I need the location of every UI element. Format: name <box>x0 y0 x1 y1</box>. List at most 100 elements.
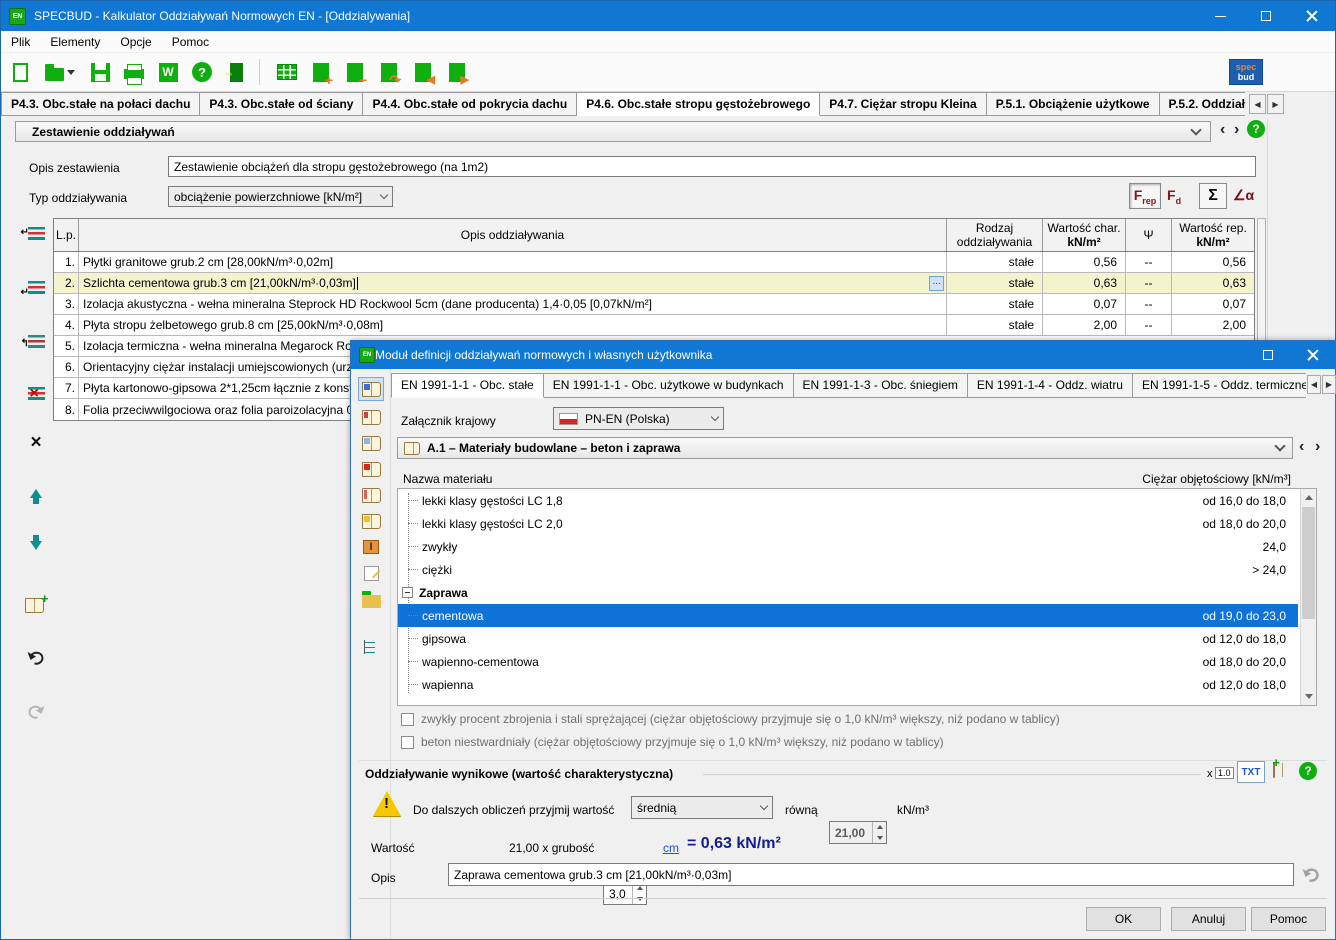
move-row-up-button[interactable] <box>23 481 49 505</box>
dtabs-scroll-left-button[interactable]: ◀ <box>1307 375 1321 394</box>
section-help-icon[interactable]: ? <box>1247 120 1265 138</box>
prev-category-button[interactable]: ‹ <box>1299 438 1304 456</box>
tab-p52[interactable]: P.5.2. Oddziaływanie wóz <box>1160 92 1245 116</box>
insert-row-below-button[interactable]: ↵ <box>23 275 49 299</box>
tab-p43b[interactable]: P4.3. Obc.stałe od ściany <box>200 92 363 116</box>
menu-plik[interactable]: Plik <box>1 35 40 49</box>
frep-button[interactable]: Frep <box>1129 183 1161 209</box>
maximize-button[interactable] <box>1243 1 1289 31</box>
typ-oddzialywania-select[interactable]: obciążenie powierzchniowe [kN/m²] <box>168 186 393 207</box>
delete-rows-button[interactable]: × <box>23 381 49 405</box>
scroll-thumb[interactable] <box>1302 507 1315 619</box>
next-zestawienie-button[interactable]: › <box>1234 121 1239 139</box>
help-button[interactable]: ? <box>187 57 217 87</box>
edit-row-button[interactable]: ↰ <box>23 329 49 353</box>
open-catalog-button[interactable]: + <box>21 593 47 617</box>
dtab-oddz-wiatru[interactable]: EN 1991-1-4 - Oddz. wiatru <box>968 373 1133 398</box>
list-item[interactable]: zwykły24,0 <box>398 535 1316 558</box>
edit-definition-button[interactable] <box>358 561 384 585</box>
table-button[interactable] <box>272 57 302 87</box>
copy-position-button[interactable]: ↷ <box>374 57 404 87</box>
dialog-maximize-button[interactable] <box>1245 341 1290 369</box>
list-item[interactable]: ciężki> 24,0 <box>398 558 1316 581</box>
list-item[interactable]: wapienno-cementowaod 18,0 do 20,0 <box>398 650 1316 673</box>
zalacznik-krajowy-select[interactable]: PN-EN (Polska) <box>553 407 724 430</box>
dtab-obc-sniegiem[interactable]: EN 1991-1-3 - Obc. śniegiem <box>794 373 968 398</box>
stepper-arrows-icon[interactable] <box>872 822 886 843</box>
result-help-icon[interactable]: ? <box>1299 762 1317 780</box>
menu-pomoc[interactable]: Pomoc <box>162 35 219 49</box>
norm-thermal-loads-button[interactable] <box>358 483 384 507</box>
tab-p47[interactable]: P4.7. Ciężar stropu Kleina <box>820 92 986 116</box>
dtab-obc-uzytkowe[interactable]: EN 1991-1-1 - Obc. użytkowe w budynkach <box>544 373 794 398</box>
open-file-button[interactable] <box>39 57 81 87</box>
open-user-file-button[interactable] <box>358 587 384 611</box>
undo-button[interactable] <box>23 645 49 669</box>
list-item[interactable]: gipsowaod 12,0 do 18,0 <box>398 627 1316 650</box>
table-row[interactable]: 1. Płytki granitowe grub.2 cm [28,00kN/m… <box>54 252 1254 273</box>
collapse-expander-icon[interactable] <box>402 587 413 598</box>
tab-p43a[interactable]: P4.3. Obc.stałe na połaci dachu <box>1 92 200 116</box>
export-word-button[interactable]: W <box>153 57 183 87</box>
remove-position-button[interactable]: − <box>340 57 370 87</box>
menu-elementy[interactable]: Elementy <box>40 35 110 49</box>
zestawienie-header-combo[interactable]: Zestawienie oddziaływań <box>15 121 1211 142</box>
angle-alpha-button[interactable]: ∠α <box>1233 187 1254 204</box>
prev-zestawienie-button[interactable]: ‹ <box>1220 121 1225 139</box>
sum-button[interactable]: Σ <box>1199 183 1227 209</box>
unit-weight-stepper[interactable]: 21,00 <box>829 821 887 844</box>
opis-input[interactable]: Zaprawa cementowa grub.3 cm [21,00kN/m³·… <box>448 863 1294 886</box>
move-right-button[interactable]: ▶ <box>442 57 472 87</box>
norm-permanent-loads-button[interactable] <box>358 377 384 401</box>
norm-snow-loads-button[interactable] <box>358 431 384 455</box>
more-options-button[interactable]: ... <box>929 276 944 291</box>
dtab-obc-stale[interactable]: EN 1991-1-1 - Obc. stałe <box>391 373 544 398</box>
list-item[interactable]: wapiennaod 12,0 do 18,0 <box>398 673 1316 696</box>
user-loads-button[interactable] <box>358 509 384 533</box>
dialog-close-button[interactable] <box>1290 341 1335 369</box>
fd-button[interactable]: Fd <box>1167 187 1181 206</box>
new-file-button[interactable] <box>5 57 35 87</box>
redo-button[interactable] <box>23 699 49 723</box>
minimize-button[interactable] <box>1197 1 1243 31</box>
menu-opcje[interactable]: Opcje <box>110 35 161 49</box>
value-mode-select[interactable]: średnią <box>631 796 773 819</box>
txt-export-button[interactable]: TXT <box>1237 761 1265 783</box>
list-item[interactable]: lekki klasy gęstości LC 1,8od 16,0 do 18… <box>398 489 1316 512</box>
delete-button[interactable]: × <box>23 431 49 455</box>
insert-row-above-button[interactable]: ↵ <box>23 221 49 245</box>
steel-profiles-button[interactable]: I <box>358 535 384 559</box>
list-item[interactable]: lekki klasy gęstości LC 2,0od 18,0 do 20… <box>398 512 1316 535</box>
tabs-scroll-left-button[interactable]: ◀ <box>1249 94 1266 114</box>
cm-unit-link[interactable]: cm <box>663 841 679 855</box>
help-button-dialog[interactable]: Pomoc <box>1251 907 1326 931</box>
close-button[interactable] <box>1289 1 1335 31</box>
list-item-selected[interactable]: cementowaod 19,0 do 23,0 <box>398 604 1298 627</box>
ok-button[interactable]: OK <box>1086 907 1161 931</box>
table-row[interactable]: 4. Płyta stropu żelbetowego grub.8 cm [2… <box>54 315 1254 336</box>
tabs-scroll-right-button[interactable]: ▶ <box>1267 94 1284 114</box>
stepper-arrows-icon[interactable] <box>632 883 646 904</box>
norm-wind-loads-button[interactable] <box>358 457 384 481</box>
tree-view-button[interactable] <box>358 635 384 659</box>
opis-zestawienia-input[interactable]: Zestawienie obciążeń dla stropu gęstożeb… <box>168 156 1256 177</box>
reset-description-button[interactable] <box>1301 865 1321 886</box>
table-row[interactable]: 3. Izolacja akustyczna - wełna mineralna… <box>54 294 1254 315</box>
checkbox-icon[interactable] <box>401 713 414 726</box>
print-button[interactable] <box>119 57 149 87</box>
tab-p44[interactable]: P4.4. Obc.stałe od pokrycia dachu <box>363 92 577 116</box>
category-header-combo[interactable]: A.1 – Materiały budowlane – beton i zapr… <box>397 437 1293 459</box>
move-row-down-button[interactable] <box>23 533 49 557</box>
next-category-button[interactable]: › <box>1315 438 1320 456</box>
move-left-button[interactable]: ◀ <box>408 57 438 87</box>
dtab-oddz-termiczne[interactable]: EN 1991-1-5 - Oddz. termiczne <box>1133 373 1306 398</box>
norm-imposed-loads-button[interactable] <box>358 405 384 429</box>
tab-p51[interactable]: P.5.1. Obciążenie użytkowe <box>987 92 1160 116</box>
cancel-button[interactable]: Anuluj <box>1171 907 1246 931</box>
rebar-checkbox-row[interactable]: zwykły procent zbrojenia i stali sprężaj… <box>401 712 1060 726</box>
fresh-concrete-checkbox-row[interactable]: beton niestwardniały (ciężar objętościow… <box>401 735 944 749</box>
checkbox-icon[interactable] <box>401 736 414 749</box>
add-position-button[interactable]: + <box>306 57 336 87</box>
list-scrollbar[interactable] <box>1300 489 1316 705</box>
tab-p46-active[interactable]: P4.6. Obc.stałe stropu gęstożebrowego <box>577 92 820 116</box>
